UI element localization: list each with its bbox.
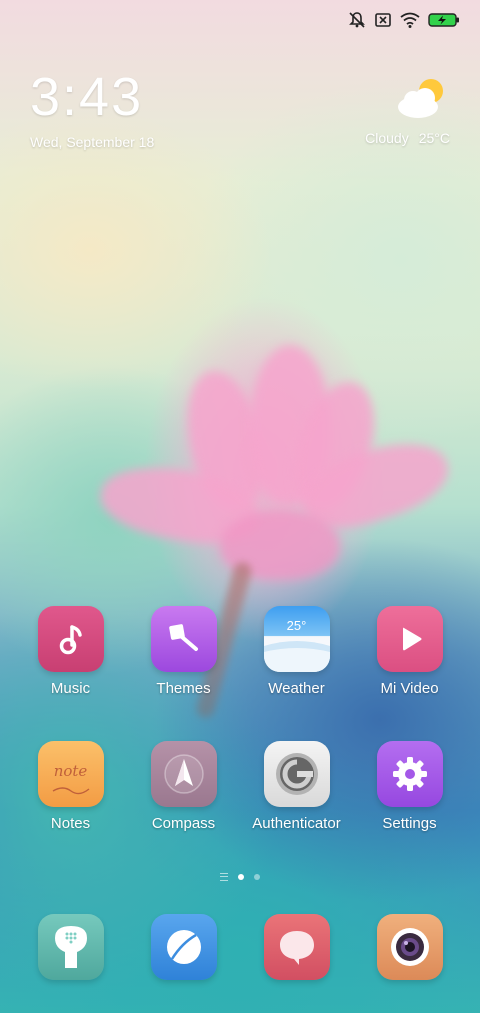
page-indicator[interactable] [0, 873, 480, 881]
play-icon [376, 606, 443, 672]
page-dot-active[interactable] [238, 874, 244, 880]
notes-icon: note [37, 741, 104, 807]
app-weather[interactable]: 25° Weather [241, 606, 353, 697]
page-dot[interactable] [254, 874, 260, 880]
app-compass[interactable]: Compass [128, 741, 240, 832]
app-label: Mi Video [380, 680, 439, 697]
app-music[interactable]: Music [15, 606, 127, 697]
partly-cloudy-icon [394, 76, 450, 120]
app-drawer-menu-icon[interactable] [220, 873, 228, 881]
app-label: Themes [156, 680, 211, 697]
browser-icon [150, 914, 217, 980]
app-label: Weather [268, 680, 325, 697]
dock-browser[interactable] [128, 914, 240, 980]
mute-icon [348, 11, 366, 29]
app-mi-video[interactable]: Mi Video [354, 606, 466, 697]
weather-app-icon: 25° [263, 606, 330, 672]
messages-icon [263, 914, 330, 980]
sim-error-icon [374, 11, 392, 29]
app-grid-row-2: note Notes Compass Authenticator Setting… [0, 741, 480, 832]
app-notes[interactable]: note Notes [15, 741, 127, 832]
app-authenticator[interactable]: Authenticator [241, 741, 353, 832]
app-themes[interactable]: Themes [128, 606, 240, 697]
weather-widget[interactable]: Cloudy 25°C [365, 76, 450, 146]
wallpaper [0, 0, 480, 1013]
app-label: Settings [382, 815, 437, 832]
clock-date: Wed, September 18 [30, 134, 155, 150]
app-label: Music [50, 680, 91, 697]
weather-temperature: 25°C [418, 130, 450, 146]
battery-charging-icon [428, 12, 460, 28]
status-bar [348, 10, 460, 30]
app-label: Authenticator [252, 815, 341, 832]
phone-icon [37, 914, 104, 980]
paint-brush-icon [150, 606, 217, 672]
notes-badge: note [53, 762, 88, 780]
dock-messages[interactable] [241, 914, 353, 980]
dock-phone[interactable] [15, 914, 127, 980]
app-label: Compass [151, 815, 216, 832]
app-settings[interactable]: Settings [354, 741, 466, 832]
dock [0, 914, 480, 980]
clock-widget[interactable]: 3:43 Wed, September 18 [30, 70, 154, 150]
wifi-icon [400, 12, 420, 28]
camera-icon [376, 914, 443, 980]
weather-summary: Cloudy 25°C [365, 130, 450, 146]
app-label: Notes [50, 815, 91, 832]
weather-badge: 25° [286, 618, 307, 633]
dock-camera[interactable] [354, 914, 466, 980]
weather-condition: Cloudy [365, 130, 409, 146]
music-note-icon [37, 606, 104, 672]
compass-icon [150, 741, 217, 807]
app-grid-row-1: Music Themes 25° Weather Mi Video [0, 606, 480, 697]
authenticator-icon [263, 741, 330, 807]
clock-time: 3:43 [30, 67, 144, 127]
gear-icon [376, 741, 443, 807]
